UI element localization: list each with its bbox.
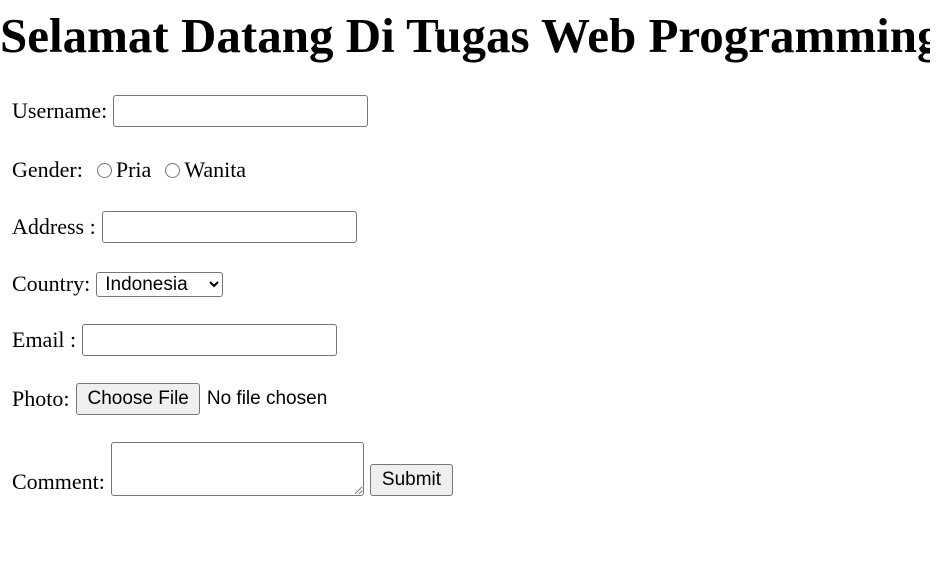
comment-row: Comment: Submit (12, 442, 454, 496)
country-label: Country: (12, 271, 91, 296)
gender-radio-wanita[interactable] (165, 162, 181, 178)
email-input[interactable] (82, 324, 338, 356)
submit-button[interactable]: Submit (369, 464, 454, 496)
address-input[interactable] (101, 211, 357, 243)
photo-label: Photo: (12, 386, 70, 411)
email-row: Email : (12, 324, 338, 356)
username-label: Username: (12, 98, 108, 123)
comment-label: Comment: (12, 469, 105, 494)
choose-file-button[interactable]: Choose File (76, 383, 200, 415)
gender-option-pria-label[interactable]: Pria (116, 156, 151, 184)
address-label: Address : (12, 214, 96, 239)
gender-row: Gender: Pria Wanita (12, 156, 246, 184)
comment-textarea[interactable] (110, 442, 364, 496)
country-row: Country: Indonesia (12, 270, 224, 298)
page-title: Selamat Datang Di Tugas Web Programming (0, 8, 930, 63)
gender-option-wanita-label[interactable]: Wanita (184, 156, 246, 184)
username-input[interactable] (113, 95, 369, 127)
gender-label: Gender: (12, 157, 83, 182)
username-row: Username: (12, 95, 369, 127)
address-row: Address : (12, 211, 357, 243)
gender-radio-pria[interactable] (96, 162, 112, 178)
email-label: Email : (12, 327, 77, 352)
photo-row: Photo: Choose File No file chosen (12, 383, 327, 415)
country-select[interactable]: Indonesia (96, 271, 224, 297)
file-status-text: No file chosen (206, 388, 328, 409)
